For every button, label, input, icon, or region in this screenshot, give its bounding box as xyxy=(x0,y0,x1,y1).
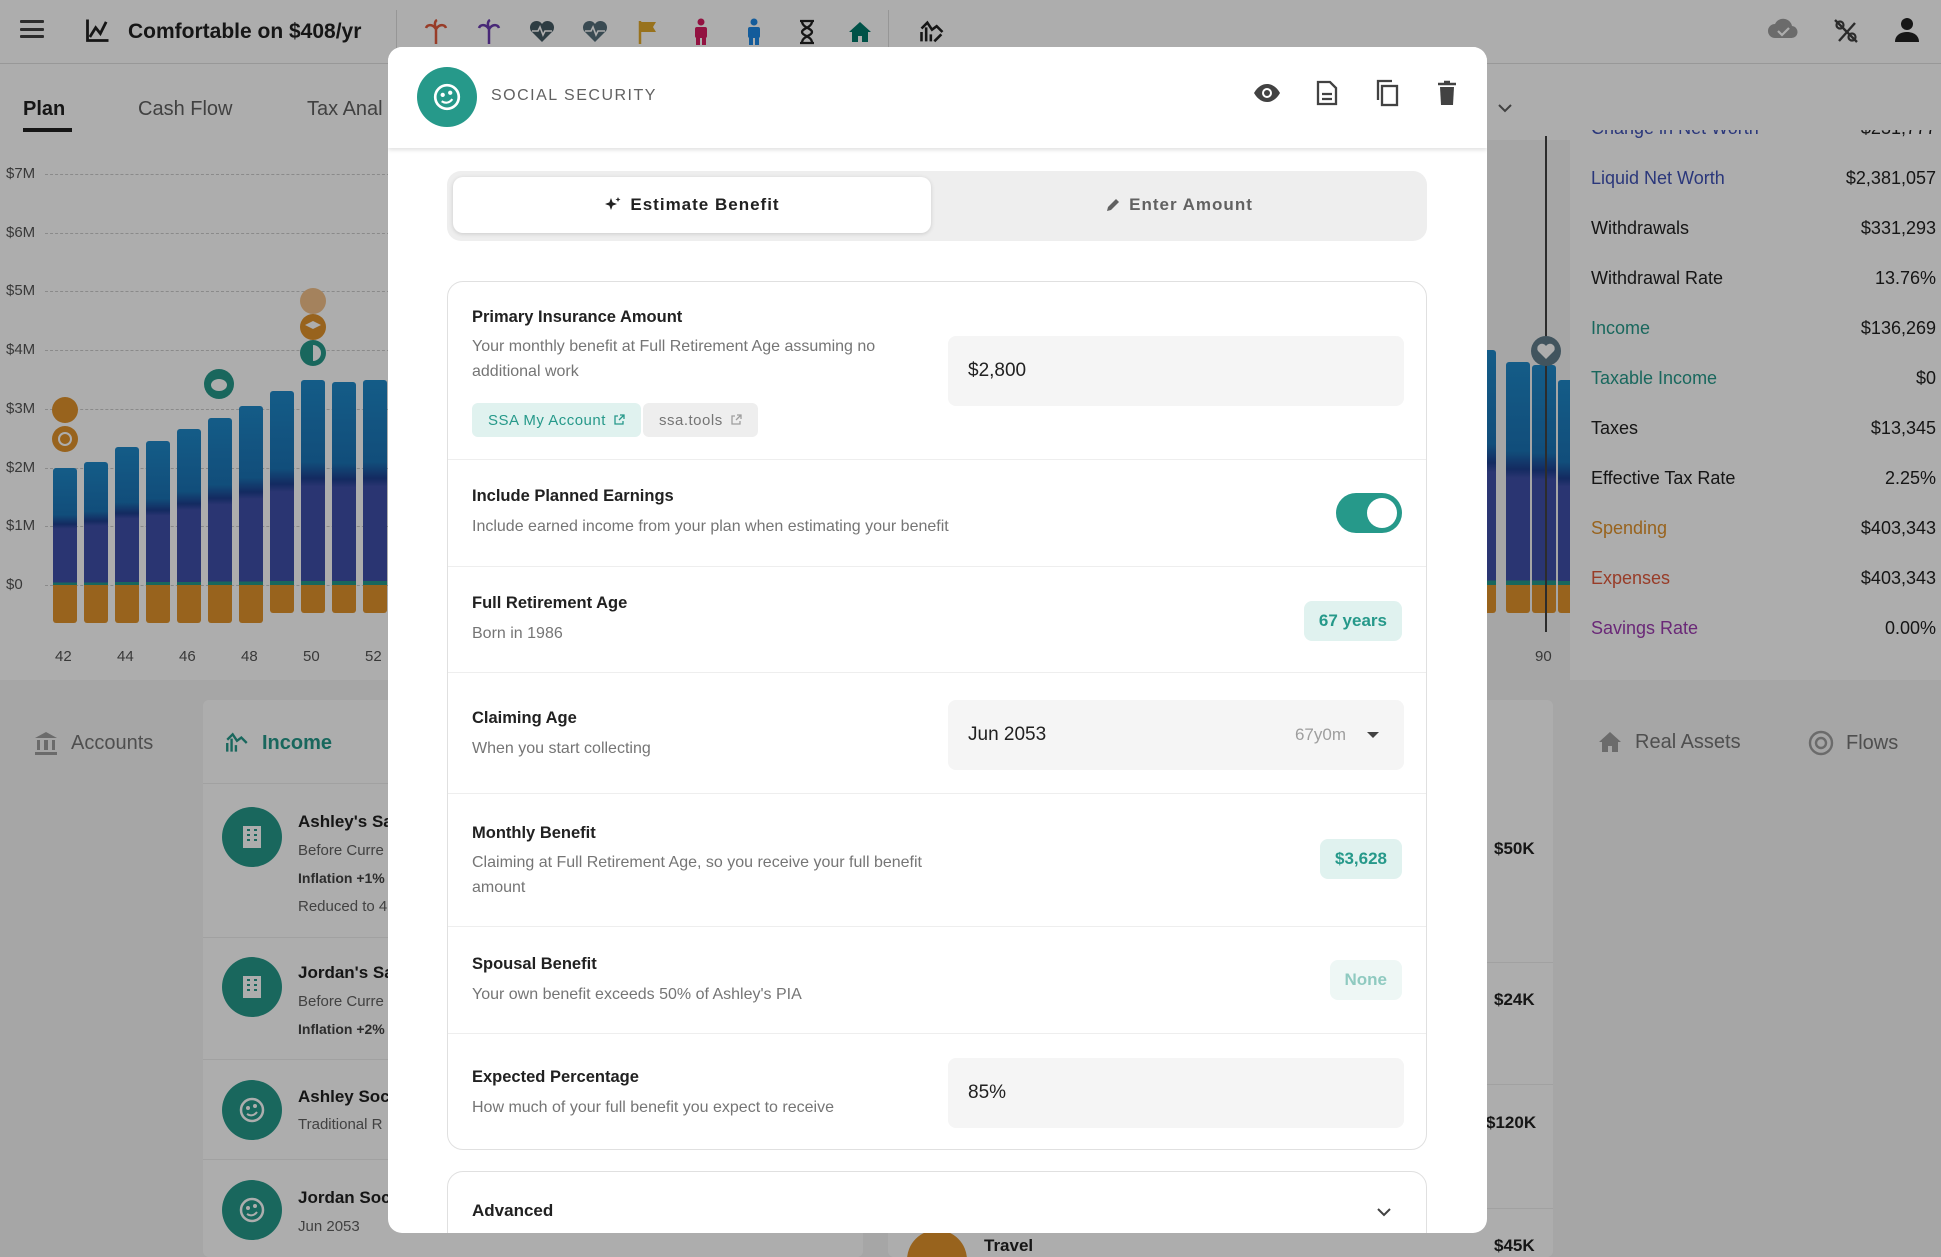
dialog-header: SOCIAL SECURITY xyxy=(388,47,1487,148)
pencil-icon xyxy=(1107,199,1120,211)
dialog-title: SOCIAL SECURITY xyxy=(491,87,657,104)
estimate-benefit-button[interactable]: Estimate Benefit xyxy=(453,177,931,233)
ssa-tools-link[interactable]: ssa.tools xyxy=(643,403,758,437)
benefit-form: Primary Insurance Amount Your monthly be… xyxy=(447,281,1427,1150)
enter-amount-label: Enter Amount xyxy=(1129,195,1253,214)
notes-icon[interactable] xyxy=(1313,79,1341,107)
social-security-dialog: SOCIAL SECURITY Estimate Benefit Enter A… xyxy=(388,47,1487,1233)
dialog-actions xyxy=(1253,79,1461,107)
fra-row: Full Retirement Age Born in 1986 67 year… xyxy=(448,567,1426,673)
fra-badge: 67 years xyxy=(1303,601,1402,641)
planned-earnings-toggle[interactable] xyxy=(1336,493,1402,533)
external-link-icon xyxy=(731,414,742,425)
spousal-benefit-description: Your own benefit exceeds 50% of Ashley's… xyxy=(472,986,802,1003)
delete-icon[interactable] xyxy=(1433,79,1461,107)
claiming-age-value: Jun 2053 xyxy=(968,724,1047,745)
spousal-benefit-badge: None xyxy=(1329,960,1402,1000)
spousal-benefit-label: Spousal Benefit xyxy=(472,955,597,973)
advanced-label: Advanced xyxy=(472,1201,554,1220)
expected-percentage-input[interactable]: 85% xyxy=(948,1058,1404,1128)
copy-icon[interactable] xyxy=(1373,79,1401,107)
advanced-section[interactable]: Advanced xyxy=(447,1171,1427,1233)
claiming-age-row: Claiming Age When you start collecting J… xyxy=(448,673,1426,794)
claiming-age-select[interactable]: Jun 2053 67y0m xyxy=(948,700,1404,770)
eye-icon[interactable] xyxy=(1253,79,1281,107)
enter-amount-button[interactable]: Enter Amount xyxy=(937,177,1421,233)
claiming-age-label: Claiming Age xyxy=(472,709,577,727)
pia-row: Primary Insurance Amount Your monthly be… xyxy=(448,282,1426,460)
monthly-benefit-row: Monthly Benefit Claiming at Full Retirem… xyxy=(448,794,1426,927)
monthly-benefit-badge: $3,628 xyxy=(1320,839,1402,879)
ssa-my-account-label: SSA My Account xyxy=(488,411,606,429)
social-security-icon xyxy=(417,67,477,127)
monthly-benefit-label: Monthly Benefit xyxy=(472,824,596,842)
estimate-benefit-label: Estimate Benefit xyxy=(630,195,780,214)
pia-input[interactable]: $2,800 xyxy=(948,336,1404,406)
pia-description: Your monthly benefit at Full Retirement … xyxy=(472,338,876,380)
claiming-age-description: When you start collecting xyxy=(472,740,651,757)
claiming-age-years: 67y0m xyxy=(1294,725,1346,744)
expected-percentage-description: How much of your full benefit you expect… xyxy=(472,1099,834,1116)
planned-earnings-description: Include earned income from your plan whe… xyxy=(472,518,949,535)
external-link-icon xyxy=(614,414,625,425)
fra-label: Full Retirement Age xyxy=(472,594,628,612)
dropdown-arrow-icon xyxy=(1367,732,1379,738)
expected-percentage-row: Expected Percentage How much of your ful… xyxy=(448,1034,1426,1150)
ssa-tools-label: ssa.tools xyxy=(659,411,723,429)
benefit-mode-toggle: Estimate Benefit Enter Amount xyxy=(447,171,1427,241)
fra-description: Born in 1986 xyxy=(472,625,563,642)
pia-label: Primary Insurance Amount xyxy=(472,308,683,326)
chevron-down-icon xyxy=(1377,1208,1391,1217)
planned-earnings-label: Include Planned Earnings xyxy=(472,487,674,505)
spousal-benefit-row: Spousal Benefit Your own benefit exceeds… xyxy=(448,927,1426,1034)
planned-earnings-row: Include Planned Earnings Include earned … xyxy=(448,460,1426,567)
expected-percentage-label: Expected Percentage xyxy=(472,1068,639,1086)
ssa-my-account-link[interactable]: SSA My Account xyxy=(472,403,641,437)
sparkle-icon xyxy=(605,197,621,210)
monthly-benefit-description: Claiming at Full Retirement Age, so you … xyxy=(472,854,922,896)
